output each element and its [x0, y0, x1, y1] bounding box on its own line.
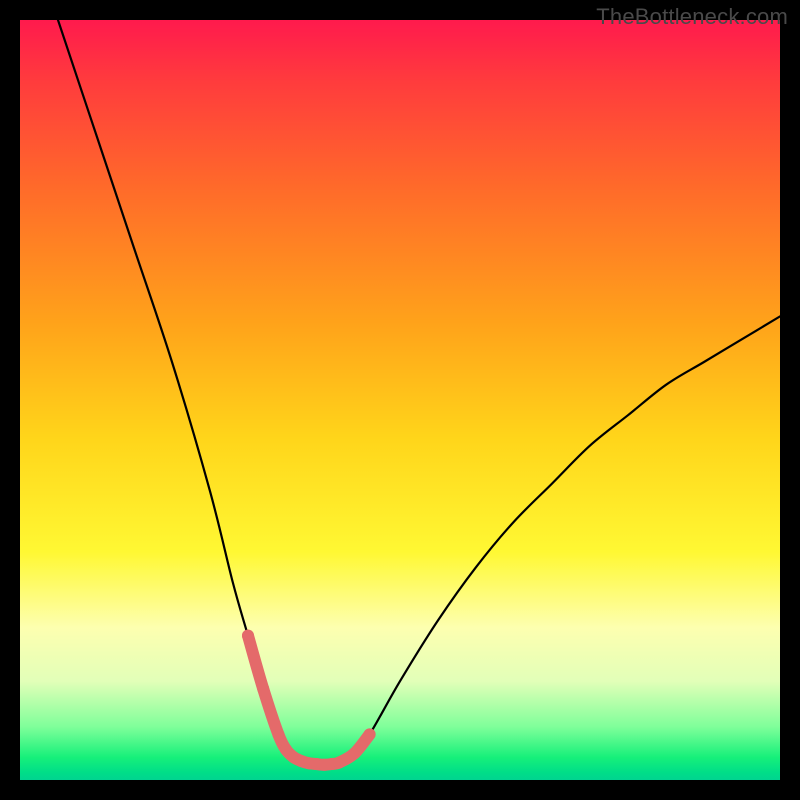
highlight-dot	[272, 728, 284, 740]
bottleneck-curve-line	[58, 20, 780, 765]
highlight-dot	[348, 747, 360, 759]
highlight-dot	[257, 683, 269, 695]
highlight-dot	[333, 757, 345, 769]
watermark-label: TheBottleneck.com	[596, 4, 788, 30]
bottleneck-chart	[20, 20, 780, 780]
chart-frame: TheBottleneck.com	[0, 0, 800, 800]
highlight-dot	[364, 728, 376, 740]
highlight-dot	[242, 630, 254, 642]
bottleneck-highlight-segment	[248, 636, 370, 765]
